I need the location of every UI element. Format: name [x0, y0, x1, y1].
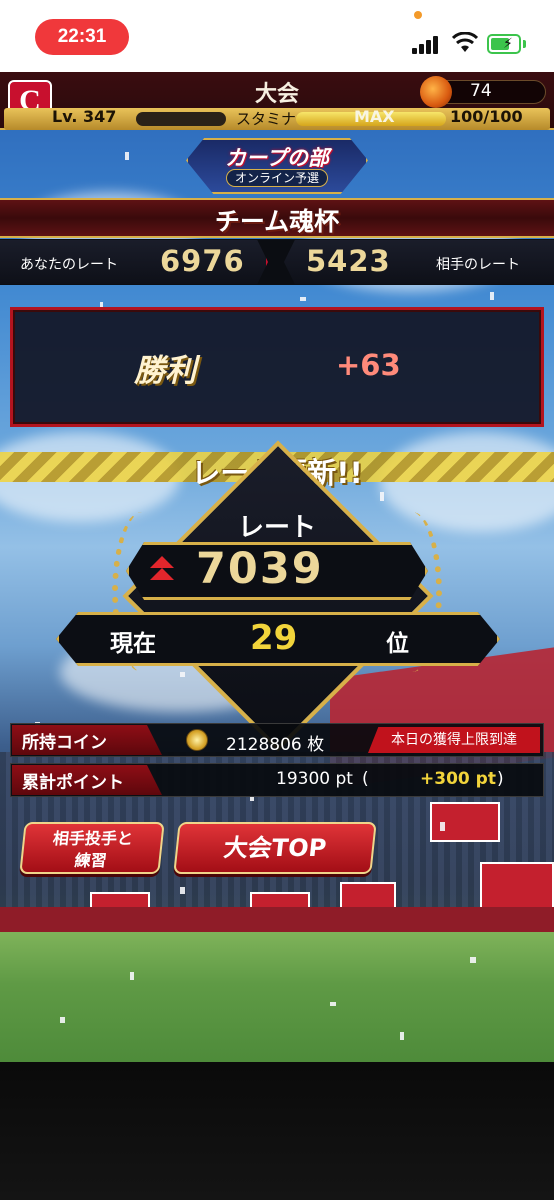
charging-bolt-icon: ⚡ [503, 36, 513, 52]
points-label: 累計ポイント [22, 773, 124, 793]
signal-icon [412, 34, 442, 54]
opponent-rate-label: 相手のレート [436, 257, 520, 273]
status-bar: 22:31 ⚡ [0, 0, 554, 72]
coin-icon [186, 729, 208, 751]
confetti [300, 297, 306, 301]
result-delta: +63 [336, 348, 401, 382]
confetti [180, 887, 185, 894]
cup-name: チーム魂杯 [214, 207, 340, 236]
page-title: 大会 [254, 82, 299, 107]
emblem-subtitle: オンライン予選 [226, 169, 328, 187]
currency-value: 74 [470, 81, 492, 101]
my-rate-value: 6976 [160, 244, 245, 278]
level-label: Lv. 347 [52, 107, 117, 126]
new-rate-value: 7039 [196, 544, 324, 594]
confetti [60, 1017, 65, 1023]
result-label: 勝利 [134, 353, 196, 389]
rate-up-arrow-icon [150, 556, 174, 580]
stamina-value: 100/100 [450, 107, 523, 126]
opponent-rate-value: 5423 [306, 244, 391, 278]
stamina-label: スタミナ [236, 110, 297, 128]
confetti [400, 1032, 404, 1040]
stadium-banner [340, 882, 396, 910]
tournament-emblem: カープの部 オンライン予選 [186, 138, 368, 194]
my-rate-label: あなたのレート [20, 257, 118, 273]
coins-value: 2128806 枚 [226, 735, 325, 755]
points-gain: +300 pt [420, 769, 496, 789]
practice-button-line1: 相手投手と [51, 829, 134, 848]
coins-label: 所持コイン [22, 733, 107, 753]
points-paren-close: ) [497, 769, 504, 789]
status-time: 22:31 [35, 19, 129, 55]
battery-cap [523, 40, 526, 48]
confetti [330, 1002, 336, 1006]
rate-caption: レート [237, 513, 316, 543]
rank-suffix: 位 [386, 631, 409, 657]
confetti [440, 822, 445, 831]
limit-badge: 本日の獲得上限到達 [368, 727, 540, 753]
practice-button-line2: 練習 [73, 851, 108, 870]
camera-indicator-icon [414, 11, 422, 19]
rank-label: 現在 [110, 631, 156, 657]
practice-vs-pitcher-button[interactable]: 相手投手と 練習 [19, 822, 165, 874]
confetti [490, 292, 494, 300]
battery-icon: ⚡ [487, 34, 521, 54]
confetti [180, 672, 185, 677]
points-value: 19300 pt [276, 769, 353, 789]
bottom-letterbox [0, 1062, 554, 1200]
points-paren-open: ( [362, 769, 369, 789]
confetti [125, 152, 129, 160]
stamina-max-label: MAX [354, 107, 395, 126]
exp-bar [136, 112, 226, 126]
tournament-top-button[interactable]: 大会TOP [173, 822, 377, 874]
emblem-title: カープの部 [225, 146, 329, 170]
game-screen: C 大会 74 Lv. 347 スタミナ MAX 100/100 カープの部 オ… [0, 72, 554, 1062]
rank-value: 29 [250, 618, 298, 658]
result-box [10, 307, 544, 427]
confetti [130, 972, 134, 980]
confetti [380, 492, 384, 501]
wifi-icon [452, 32, 478, 52]
confetti [470, 957, 476, 963]
stadium-wall [0, 907, 554, 935]
baseball-field [0, 932, 554, 1062]
confetti [250, 797, 254, 801]
fire-ball-icon [420, 76, 452, 108]
